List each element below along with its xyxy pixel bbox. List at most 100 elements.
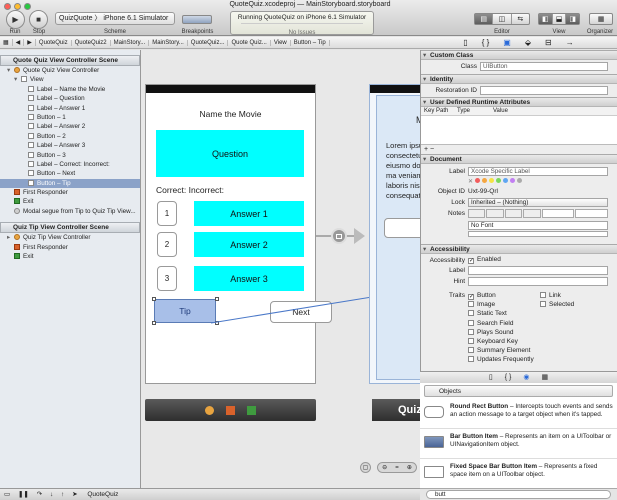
align-right-icon[interactable] xyxy=(504,209,523,218)
step-in-icon[interactable]: ↓ xyxy=(50,491,53,498)
jumpbar-item[interactable]: MainStory... xyxy=(149,39,188,46)
jumpbar-item[interactable]: QuoteQuiz xyxy=(36,39,72,46)
code-snippet-icon[interactable]: { } xyxy=(505,372,512,383)
library-item[interactable]: Bar Button Item – Represents an item on … xyxy=(420,429,617,459)
run-button[interactable]: ▶ xyxy=(6,10,25,29)
attributes-inspector-icon[interactable]: ⬙ xyxy=(525,37,531,48)
trait-checkbox[interactable]: Summary Element xyxy=(468,346,613,355)
trait-checkbox[interactable]: Updates Frequently xyxy=(468,355,613,364)
outline-row[interactable]: Label – Question xyxy=(0,94,140,103)
pause-icon[interactable]: ❚❚ xyxy=(18,491,29,498)
outline-row[interactable]: Button – Next xyxy=(0,169,140,178)
organizer-button[interactable]: ▦ xyxy=(589,13,613,25)
column-header[interactable]: Type xyxy=(457,107,493,115)
trait-checkbox[interactable]: Image xyxy=(468,300,540,309)
outline-row[interactable]: Button – 2 xyxy=(0,132,140,141)
lock-popup[interactable]: Inherited – (Nothing) xyxy=(468,198,608,207)
background-color-well[interactable] xyxy=(575,209,608,218)
zoom-in-icon[interactable]: ⊕ xyxy=(407,463,412,472)
restoration-id-field[interactable] xyxy=(480,86,608,95)
breakpoints-button[interactable] xyxy=(182,15,212,24)
acc-label-field[interactable] xyxy=(468,266,608,275)
navigator-toggle-icon[interactable]: ◧ xyxy=(539,14,553,24)
jumpbar-item[interactable]: Quote Quiz... xyxy=(228,39,271,46)
runtime-attributes-header[interactable]: User Defined Runtime Attributes xyxy=(421,97,617,107)
outline-row[interactable]: Label – Answer 2 xyxy=(0,122,140,131)
editor-segmented-control[interactable]: ▤ ◫ ⇆ xyxy=(474,13,530,25)
notes-textarea[interactable] xyxy=(468,231,608,237)
scene-header[interactable]: Quiz Tip View Controller Scene xyxy=(0,222,140,234)
hint-field[interactable] xyxy=(468,277,608,286)
outline-row[interactable]: First Responder xyxy=(0,188,140,197)
color-swatch[interactable] xyxy=(482,178,488,183)
clear-color-icon[interactable]: ✕ xyxy=(468,178,473,185)
trait-checkbox[interactable]: Keyboard Key xyxy=(468,337,613,346)
identity-inspector-icon[interactable]: ▣ xyxy=(503,37,511,48)
utilities-toggle-icon[interactable]: ◨ xyxy=(566,14,580,24)
storyboard-canvas[interactable]: Name the Movie Question Correct: Incorre… xyxy=(141,50,420,488)
accessibility-header[interactable]: Accessibility xyxy=(421,244,617,254)
file-template-icon[interactable]: ▯ xyxy=(489,372,493,383)
disclosure-triangle-icon[interactable]: ▾ xyxy=(14,75,21,84)
remove-icon[interactable]: − xyxy=(430,146,434,153)
outline-row[interactable]: ▾ Quote Quiz View Controller xyxy=(0,66,140,75)
enabled-checkbox[interactable]: ✓ Enabled xyxy=(468,255,501,264)
tip-done-button[interactable] xyxy=(384,218,420,238)
library-filter-popup[interactable]: Objects xyxy=(424,385,613,397)
trait-checkbox[interactable]: Plays Sound xyxy=(468,328,613,337)
assistant-editor-icon[interactable]: ◫ xyxy=(493,14,512,24)
quick-help-icon[interactable]: { } xyxy=(482,37,490,48)
outline-row[interactable]: Button – 1 xyxy=(0,113,140,122)
object-library-icon[interactable]: ◉ xyxy=(523,372,529,383)
debug-toggle-icon[interactable]: ⬓ xyxy=(553,14,567,24)
identity-header[interactable]: Identity xyxy=(421,74,617,84)
outline-row[interactable]: Label – Correct: Incorrect: xyxy=(0,160,140,169)
color-swatch[interactable] xyxy=(496,178,502,183)
outline-row[interactable]: ▾ View xyxy=(0,75,140,84)
size-toggle-icon[interactable]: ▢ xyxy=(360,462,371,473)
library-item[interactable]: Round Rect Button – Intercepts touch eve… xyxy=(420,399,617,429)
outline-row[interactable]: Button – Tip xyxy=(0,178,140,189)
related-items-icon[interactable]: ▦ xyxy=(0,39,13,46)
scheme-selector[interactable]: QuizQuote 〉 iPhone 6.1 Simulator xyxy=(55,12,175,25)
jumpbar-item[interactable]: QuoteQuiz... xyxy=(188,39,229,46)
color-swatch[interactable] xyxy=(489,178,495,183)
jumpbar-item[interactable]: MainStory... xyxy=(111,39,150,46)
notes-font-field[interactable]: No Font xyxy=(468,221,608,230)
column-header[interactable]: Value xyxy=(493,107,553,115)
zoom-out-icon[interactable]: ⊖ xyxy=(382,463,387,472)
outline-row[interactable]: Label – Answer 3 xyxy=(0,141,140,150)
standard-editor-icon[interactable]: ▤ xyxy=(475,14,494,24)
back-icon[interactable]: ◀ xyxy=(13,39,25,46)
color-swatch[interactable] xyxy=(517,178,523,183)
document-header[interactable]: Document xyxy=(421,154,617,164)
class-combobox[interactable]: UIButton xyxy=(480,62,608,71)
connections-inspector-icon[interactable]: → xyxy=(566,37,574,48)
add-icon[interactable]: + xyxy=(424,146,428,153)
outline-row[interactable]: Exit xyxy=(0,197,140,206)
quiz-tip-scene[interactable]: M Lorem ipsu consectetu do eiusmo dolore… xyxy=(369,84,420,384)
align-center-icon[interactable] xyxy=(486,209,504,218)
disclosure-triangle-icon[interactable]: ▸ xyxy=(7,233,14,242)
trait-checkbox[interactable]: Search Field xyxy=(468,319,613,328)
trait-checkbox[interactable]: Selected xyxy=(540,300,610,309)
trait-checkbox[interactable]: ✓ Button xyxy=(468,291,540,300)
location-icon[interactable]: ➤ xyxy=(72,491,77,498)
jumpbar-item[interactable]: View xyxy=(271,39,291,46)
toggle-debug-icon[interactable]: ▭ xyxy=(4,491,10,498)
justify-icon[interactable] xyxy=(523,209,541,218)
forward-icon[interactable]: ▶ xyxy=(24,39,36,46)
outline-row[interactable]: Label – Answer 1 xyxy=(0,104,140,113)
step-over-icon[interactable]: ↷ xyxy=(37,491,42,498)
trait-checkbox[interactable]: Link xyxy=(540,291,610,300)
outline-row[interactable]: Label – Name the Movie xyxy=(0,85,140,94)
doc-label-field[interactable]: Xcode Specific Label xyxy=(468,167,608,176)
zoom-controls[interactable]: ⊖ = ⊕ xyxy=(377,462,417,473)
step-out-icon[interactable]: ↑ xyxy=(61,491,64,498)
size-inspector-icon[interactable]: ⊟ xyxy=(545,37,552,48)
minimize-window-button[interactable] xyxy=(14,3,21,10)
runtime-attributes-table[interactable]: Key Path Type Value xyxy=(421,107,617,145)
outline-row[interactable]: ▸ Quiz Tip View Controller xyxy=(0,233,140,242)
zoom-fit-icon[interactable]: = xyxy=(395,463,399,472)
lorem-text[interactable]: Lorem ipsu consectetu do eiusmo dolore m… xyxy=(386,141,420,221)
